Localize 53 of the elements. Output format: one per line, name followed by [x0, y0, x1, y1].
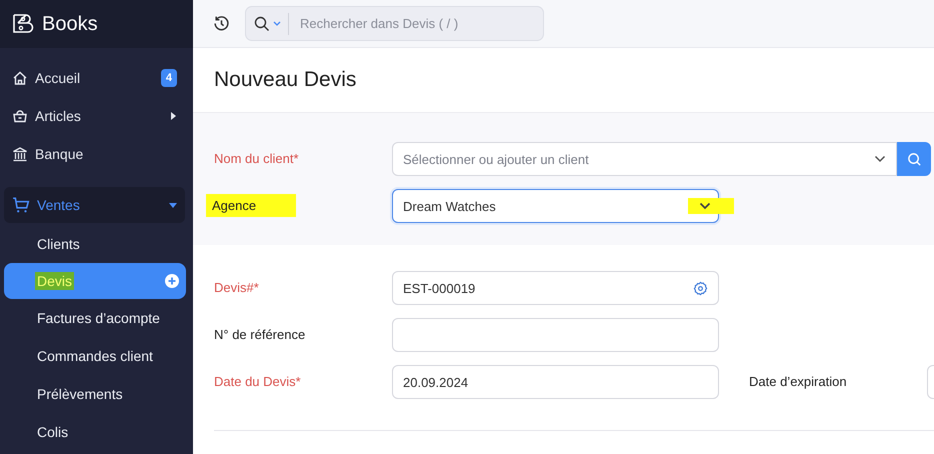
history-icon[interactable]	[213, 15, 230, 32]
add-icon[interactable]	[164, 274, 179, 288]
number-field[interactable]: EST-000019	[392, 271, 719, 305]
field-value: 20.09.2024	[403, 374, 468, 390]
nav-label: Clients	[37, 236, 80, 252]
placeholder-text: Sélectionner ou ajouter un client	[403, 152, 589, 166]
field-label: Nom du client*	[214, 151, 299, 166]
nav-label: Banque	[35, 146, 84, 162]
nav-item[interactable]: Banque	[0, 135, 193, 173]
app-name: Books	[42, 12, 98, 36]
nav-subitem[interactable]: Colis	[0, 413, 193, 451]
nav-label: Colis	[37, 424, 68, 440]
search-field[interactable]: Rechercher dans Devis ( / )	[298, 15, 543, 32]
field-label: N° de référence	[214, 327, 306, 342]
field-value: EST-000019	[403, 280, 476, 296]
count-badge: 4	[160, 69, 177, 87]
nav-label: Ventes	[37, 197, 81, 213]
search-bar[interactable]: Rechercher dans Devis ( / )	[245, 6, 544, 41]
nav-label: Articles	[35, 108, 82, 124]
select-value: Dream Watches	[403, 198, 496, 214]
caret-icon	[273, 20, 281, 26]
date-field[interactable]: 20.09.2024	[392, 365, 719, 399]
customer-select[interactable]: Sélectionner ou ajouter un client	[392, 142, 897, 176]
nav-label: Accueil	[35, 70, 82, 86]
cart-icon	[12, 196, 30, 214]
agency-select[interactable]: Dream Watches	[392, 189, 719, 223]
home-icon	[12, 70, 28, 86]
nav-label: Devis	[35, 272, 74, 290]
logo-icon	[10, 12, 34, 36]
field-label: Date du Devis*	[214, 374, 301, 389]
nav-subitem[interactable]: Prélèvements	[0, 375, 193, 413]
settings-icon[interactable]	[693, 280, 708, 296]
field-label: Devis#*	[214, 280, 259, 295]
search-icon	[906, 152, 922, 166]
search-icon	[254, 16, 270, 32]
nav-label: Prélèvements	[37, 386, 123, 402]
nav-item[interactable]: Accueil 4	[0, 59, 193, 97]
nav-label: Commandes client	[37, 348, 153, 364]
nav-subitem[interactable]: Commandes client	[0, 337, 193, 375]
field-label: Agence	[206, 194, 296, 217]
nav-item[interactable]: Ventes	[4, 187, 185, 223]
chevron-icon	[874, 155, 886, 163]
nav-subitem[interactable]: Factures d’acompte	[0, 299, 193, 337]
chevron-icon	[699, 202, 711, 210]
text-field[interactable]	[392, 318, 719, 352]
nav-item[interactable]: Articles	[0, 97, 193, 135]
field-label: Date d’expiration	[749, 374, 847, 389]
basket-icon	[12, 108, 28, 124]
nav-label: Factures d’acompte	[37, 310, 160, 326]
page-title: Nouveau Devis	[214, 68, 356, 92]
search-button[interactable]	[897, 142, 931, 176]
nav-subitem[interactable]: Clients	[0, 225, 193, 263]
bank-icon	[12, 146, 28, 162]
